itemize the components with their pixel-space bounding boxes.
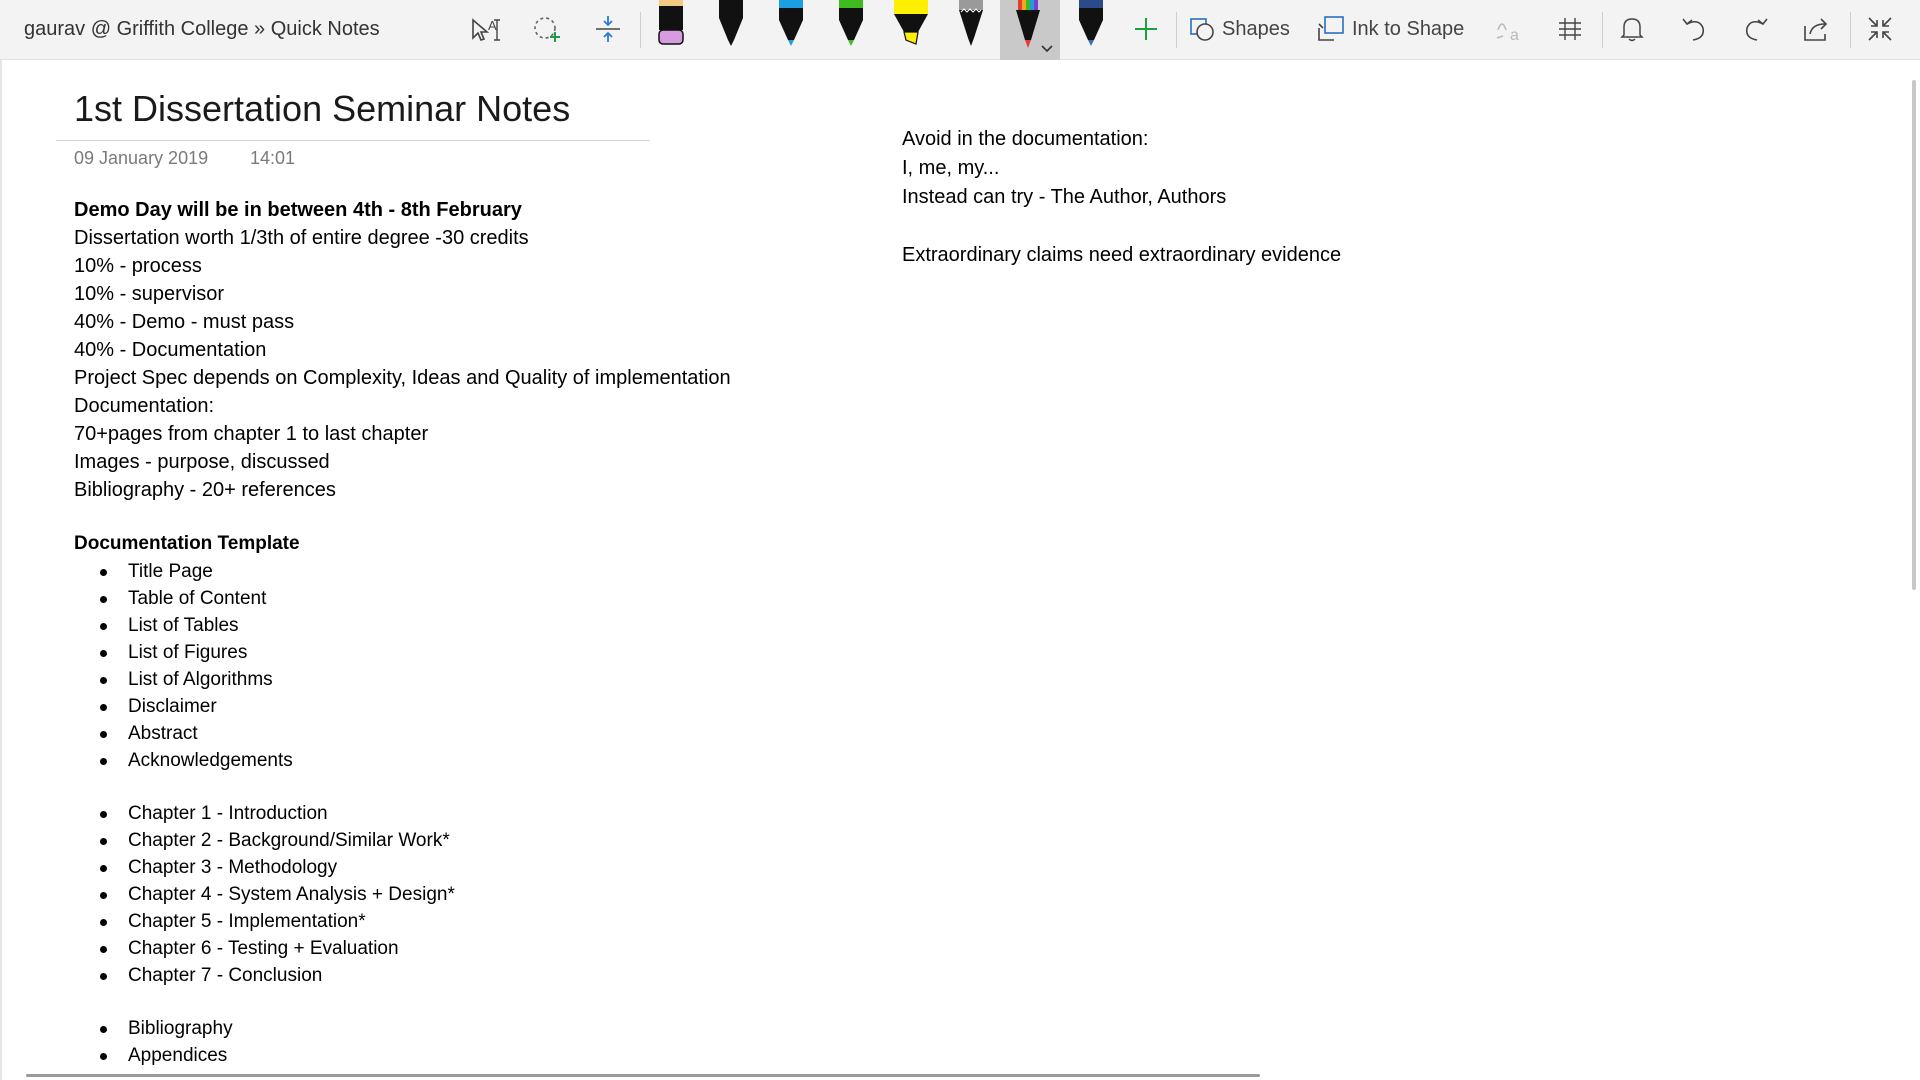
note-line: Images - purpose, discussed [74, 451, 330, 473]
svg-text:a: a [1510, 27, 1519, 44]
back-matter-list: Bibliography Appendices [74, 1015, 233, 1069]
note-line: 10% - process [74, 255, 202, 277]
note-line: Project Spec depends on Complexity, Idea… [74, 367, 731, 389]
template-heading: Documentation Template [74, 533, 300, 554]
list-item: Chapter 5 - Implementation* [74, 908, 455, 935]
list-item: Title Page [74, 558, 293, 585]
pen-green[interactable] [828, 0, 874, 50]
front-matter-list: Title Page Table of Content List of Tabl… [74, 558, 293, 774]
pencil-gray-icon [959, 0, 983, 46]
pen-black-icon [719, 0, 743, 46]
pen-cyan-icon [779, 0, 803, 46]
ink-to-text-button[interactable]: a [1490, 8, 1530, 50]
highlighter-yellow[interactable] [888, 0, 934, 50]
undo-button[interactable] [1674, 8, 1714, 50]
note-line: 40% - Documentation [74, 339, 267, 361]
collapse-icon [1868, 17, 1892, 41]
redo-icon [1745, 18, 1768, 41]
toolbar-separator [640, 12, 641, 48]
list-item: Abstract [74, 720, 293, 747]
vertical-scrollbar[interactable] [1912, 80, 1916, 590]
note-line: Bibliography - 20+ references [74, 479, 336, 501]
note-line: 10% - supervisor [74, 283, 225, 305]
list-item: Chapter 4 - System Analysis + Design* [74, 881, 455, 908]
ribbon-toolbar: gaurav @ Griffith College » Quick Notes … [0, 0, 1920, 60]
page-time: 14:01 [250, 148, 296, 168]
pen-pink[interactable] [648, 0, 694, 50]
plus-icon [1135, 18, 1157, 40]
list-item: List of Algorithms [74, 666, 293, 693]
ink-to-shape-label: Ink to Shape [1352, 17, 1465, 40]
share-button[interactable] [1796, 8, 1836, 50]
ink-math-button[interactable] [1550, 8, 1590, 50]
list-item: Chapter 7 - Conclusion [74, 962, 455, 989]
pencil-gray[interactable] [948, 0, 994, 50]
add-space-button[interactable] [586, 8, 630, 50]
note-line: 40% - Demo - must pass [74, 311, 295, 333]
note-line: Avoid in the documentation: [902, 128, 1149, 150]
quote-line: Extraordinary claims need extraordinary … [902, 244, 1342, 266]
note-line: Instead can try - The Author, Authors [902, 186, 1227, 208]
list-item: List of Tables [74, 612, 293, 639]
list-item: Bibliography [74, 1015, 233, 1042]
shapes-button[interactable]: Shapes [1188, 8, 1292, 50]
pen-rainbow-selected[interactable] [1000, 0, 1060, 60]
lasso-select-text-button[interactable]: A [464, 8, 508, 50]
chapters-list: Chapter 1 - Introduction Chapter 2 - Bac… [74, 800, 455, 989]
lasso-select-button[interactable] [526, 8, 570, 50]
list-item: Chapter 2 - Background/Similar Work* [74, 827, 455, 854]
toolbar-separator [1850, 12, 1851, 48]
pen-galaxy[interactable] [1068, 0, 1114, 50]
notes-outline[interactable]: Demo Day will be in between 4th - 8th Fe… [74, 196, 731, 504]
notifications-button[interactable] [1612, 8, 1652, 50]
list-item: Disclaimer [74, 693, 293, 720]
undo-icon [1682, 18, 1705, 41]
highlighter-yellow-icon [894, 0, 928, 45]
shapes-label: Shapes [1222, 17, 1290, 40]
note-line: Documentation: [74, 395, 215, 417]
add-pen-button[interactable] [1124, 8, 1168, 50]
ink-to-shape-button[interactable]: Ink to Shape [1316, 8, 1466, 50]
bell-icon [1620, 18, 1644, 42]
horizontal-scrollbar[interactable] [26, 1074, 1260, 1077]
pen-green-icon [839, 0, 863, 46]
cursor-text-icon: A [472, 18, 500, 41]
pen-black[interactable] [708, 0, 754, 50]
redo-button[interactable] [1736, 8, 1776, 50]
ink-to-text-icon: a [1496, 23, 1519, 44]
list-item: Acknowledgements [74, 747, 293, 774]
list-item: Appendices [74, 1042, 233, 1069]
insert-space-icon [596, 16, 620, 42]
exit-fullscreen-button[interactable] [1860, 8, 1900, 50]
note-line: 70+pages from chapter 1 to last chapter [74, 423, 429, 445]
share-icon [1804, 18, 1828, 41]
highlighter-pink-icon [658, 0, 684, 45]
note-line: I, me, my... [902, 157, 1000, 179]
pen-cyan[interactable] [768, 0, 814, 50]
notes-heading: Demo Day will be in between 4th - 8th Fe… [74, 199, 522, 221]
title-divider [56, 140, 650, 141]
toolbar-separator [1602, 12, 1603, 48]
pen-rainbow-icon [1016, 0, 1053, 53]
math-sliders-icon [1559, 18, 1581, 40]
ink-to-shape-icon [1318, 16, 1344, 41]
list-item: List of Figures [74, 639, 293, 666]
pen-galaxy-icon [1079, 0, 1103, 46]
page-title[interactable]: 1st Dissertation Seminar Notes [74, 88, 570, 130]
canvas-edge [0, 60, 2, 1080]
shapes-icon [1190, 18, 1214, 41]
list-item: Table of Content [74, 585, 293, 612]
list-item: Chapter 6 - Testing + Evaluation [74, 935, 455, 962]
list-item: Chapter 1 - Introduction [74, 800, 455, 827]
page-date: 09 January 2019 [74, 148, 209, 168]
right-note-container[interactable]: Avoid in the documentation: I, me, my...… [902, 125, 1341, 270]
lasso-add-icon [534, 17, 560, 42]
note-line: Dissertation worth 1/3th of entire degre… [74, 227, 529, 249]
breadcrumb[interactable]: gaurav @ Griffith College » Quick Notes [24, 0, 380, 58]
list-item: Chapter 3 - Methodology [74, 854, 455, 881]
toolbar-separator [1176, 12, 1177, 48]
